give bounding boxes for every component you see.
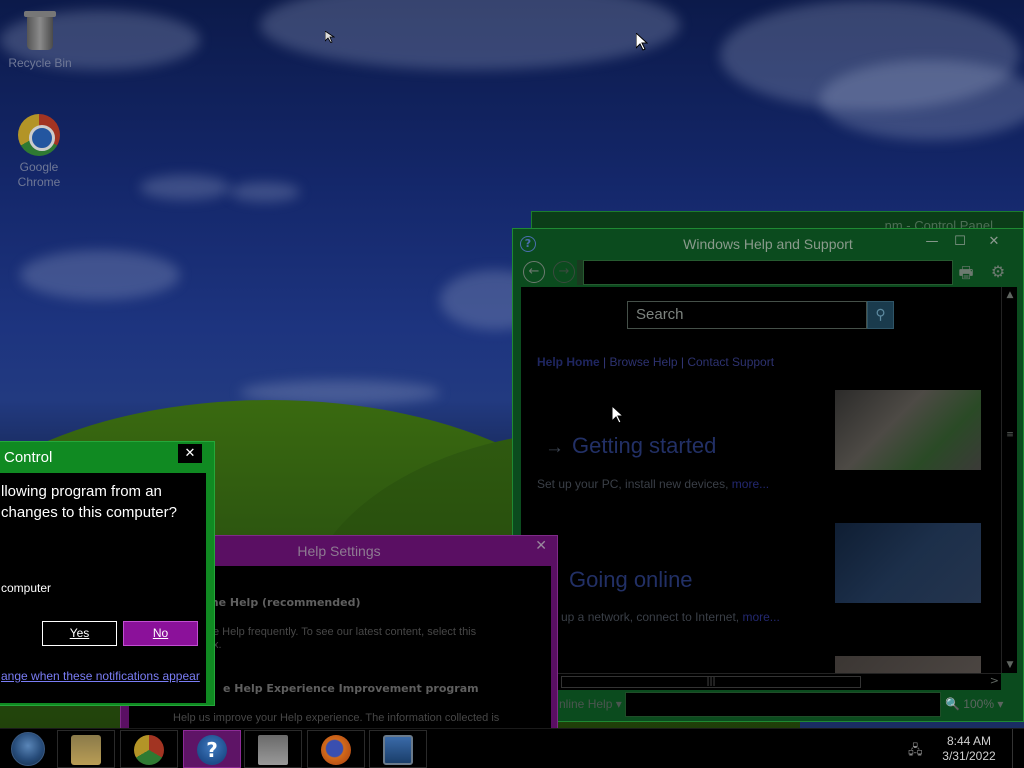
getting-started-image — [835, 390, 981, 470]
chevron-down-icon: ▾ — [615, 697, 622, 711]
help-home-link[interactable]: Help Home — [537, 355, 600, 369]
taskbar-firefox[interactable] — [307, 730, 365, 768]
clock[interactable]: 8:44 AM 3/31/2022 — [934, 734, 1004, 764]
gear-icon[interactable]: ⚙ — [987, 262, 1009, 282]
user-account-control-dialog[interactable]: Control ✕ llowing program from an change… — [0, 441, 215, 706]
help-content: Search ⚲ Help Home | Browse Help | Conta… — [521, 287, 1001, 687]
help-and-support-window[interactable]: ? Windows Help and Support — ☐ ✕ ← → 🖶 ⚙… — [512, 228, 1024, 722]
search-input[interactable]: Search — [627, 301, 867, 329]
question-line: changes to this computer? — [1, 504, 177, 521]
forward-button[interactable]: → — [553, 261, 575, 283]
window-title: Windows Help and Support — [683, 236, 853, 252]
chrome-icon — [18, 114, 60, 156]
document-icon — [258, 735, 288, 765]
taskbar-help-and-support[interactable]: ? — [183, 730, 241, 768]
close-button[interactable]: ✕ — [983, 232, 1005, 252]
address-bar[interactable] — [583, 260, 953, 285]
chevron-down-icon: ▾ — [997, 697, 1004, 711]
taskbar-document[interactable] — [244, 730, 302, 768]
option-description: Help us improve your Help experience. Th… — [173, 712, 500, 724]
cloud — [140, 175, 230, 200]
contact-support-link[interactable]: Contact Support — [687, 355, 774, 369]
browse-help-link[interactable]: Browse Help — [610, 355, 678, 369]
help-nav-links: Help Home | Browse Help | Contact Suppor… — [537, 355, 774, 369]
zoom-icon: 🔍 — [945, 697, 960, 711]
cloud — [260, 0, 680, 70]
going-online-image — [835, 523, 981, 603]
taskbar-explorer[interactable] — [57, 730, 115, 768]
taskbar-chrome[interactable] — [120, 730, 178, 768]
more-link[interactable]: more... — [742, 610, 779, 624]
online-help-option[interactable]: ine Help (recommended) — [207, 596, 360, 609]
vertical-scrollbar[interactable]: ▲ ≡ ▼ — [1001, 287, 1017, 673]
yes-button[interactable]: Yes — [42, 621, 117, 646]
control-panel-icon — [383, 735, 413, 765]
going-online-link[interactable]: Going online — [569, 567, 693, 593]
cloud — [820, 60, 1024, 140]
network-icon[interactable]: 🖧 — [908, 741, 924, 758]
more-link[interactable]: more... — [732, 477, 769, 491]
scrollbar-grip[interactable]: ≡ — [1002, 427, 1018, 443]
link-separator: | — [680, 355, 684, 369]
experience-program-option[interactable]: e Help Experience Improvement program — [223, 682, 479, 695]
google-chrome-desktop-icon[interactable]: Google Chrome — [1, 114, 77, 190]
dialog-title: Control — [4, 449, 53, 466]
cloud — [20, 250, 180, 300]
zoom-control[interactable]: 🔍 100% ▾ — [945, 697, 1003, 711]
windows-logo-icon — [11, 732, 45, 766]
scroll-up-button[interactable]: ▲ — [1002, 287, 1018, 303]
recycle-bin-icon — [23, 8, 57, 52]
close-button[interactable]: ✕ — [535, 538, 547, 554]
back-button[interactable]: ← — [523, 261, 545, 283]
dialog-body: llowing program from an changes to this … — [0, 473, 206, 703]
section-title-text: Getting started — [572, 433, 717, 458]
getting-started-link[interactable]: → Getting started — [545, 433, 716, 459]
scroll-right-button[interactable]: > — [990, 674, 999, 687]
desktop-icon-label: Recycle Bin — [8, 56, 72, 70]
start-button[interactable] — [6, 731, 48, 767]
notification-settings-link[interactable]: ange when these notifications appear — [1, 669, 200, 683]
close-button[interactable]: ✕ — [178, 444, 202, 463]
firefox-icon — [321, 735, 351, 765]
print-icon[interactable]: 🖶 — [955, 262, 977, 282]
uac-detail: computer — [1, 581, 52, 595]
recycle-bin-desktop-icon[interactable]: Recycle Bin — [2, 8, 78, 71]
zoom-level: 100% — [963, 697, 994, 711]
show-desktop-button[interactable] — [1012, 729, 1024, 768]
status-bar: nline Help ▾ 🔍 100% ▾ — [521, 691, 1017, 719]
clock-date: 3/31/2022 — [942, 749, 996, 763]
link-separator: | — [603, 355, 607, 369]
section-description: up a network, connect to Internet, more.… — [561, 610, 780, 624]
taskbar-control-panel[interactable] — [369, 730, 427, 768]
horizontal-scrollbar[interactable]: ||| > — [521, 673, 1001, 690]
question-line: llowing program from an — [1, 483, 162, 500]
desktop-icon-label: Google Chrome — [17, 160, 61, 189]
minimize-button[interactable]: — — [921, 232, 943, 252]
scrollbar-thumb[interactable]: ||| — [561, 676, 861, 688]
scroll-down-button[interactable]: ▼ — [1002, 657, 1018, 673]
section-description: Set up your PC, install new devices, mor… — [537, 477, 769, 491]
folder-icon — [71, 735, 101, 765]
online-help-dropdown[interactable]: nline Help ▾ — [559, 697, 622, 711]
clock-time: 8:44 AM — [946, 734, 992, 748]
taskbar: ? 🖧 8:44 AM 3/31/2022 — [0, 728, 1024, 768]
chrome-icon — [134, 735, 164, 765]
online-help-label: nline Help — [559, 697, 613, 711]
no-button[interactable]: No — [123, 621, 198, 646]
uac-question: llowing program from an changes to this … — [1, 481, 201, 523]
arrow-right-icon: → — [545, 437, 564, 458]
section-description-text: Set up your PC, install new devices, — [537, 477, 729, 491]
help-icon: ? — [197, 735, 227, 765]
status-field — [625, 692, 941, 717]
option-description: e Help frequently. To see our latest con… — [213, 626, 477, 638]
toolbar: ← → 🖶 ⚙ — [521, 259, 1017, 287]
title-bar[interactable]: ? Windows Help and Support — ☐ ✕ — [513, 229, 1023, 259]
cloud — [230, 182, 300, 202]
search-button[interactable]: ⚲ — [867, 301, 894, 329]
section-description-text: up a network, connect to Internet, — [561, 610, 740, 624]
maximize-button[interactable]: ☐ — [949, 232, 971, 252]
